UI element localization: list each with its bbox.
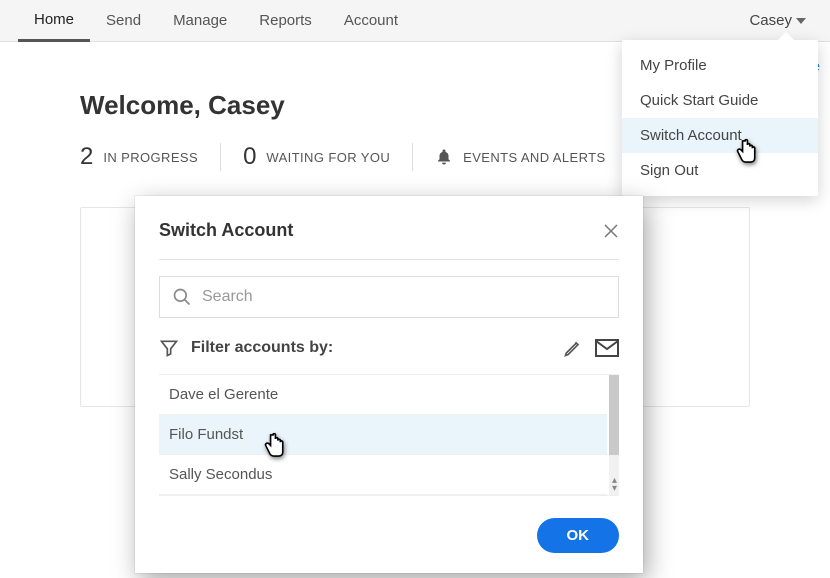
pencil-icon[interactable] (563, 338, 583, 358)
account-row[interactable]: Dave el Gerente (159, 375, 607, 415)
stat-value: 2 (80, 143, 93, 171)
dropdown-item-sign-out[interactable]: Sign Out (622, 153, 818, 188)
stat-label: WAITING FOR YOU (266, 150, 390, 165)
nav-account[interactable]: Account (328, 0, 414, 42)
bell-icon (435, 147, 453, 167)
caret-down-icon (796, 18, 806, 24)
nav-send[interactable]: Send (90, 0, 157, 42)
switch-account-modal: Switch Account Filter accounts by: Dave … (135, 196, 643, 573)
user-name: Casey (749, 12, 792, 29)
stat-events[interactable]: EVENTS AND ALERTS (413, 147, 627, 167)
user-dropdown: My ProfileQuick Start GuideSwitch Accoun… (622, 40, 818, 196)
stat-label: EVENTS AND ALERTS (463, 150, 605, 165)
stat-waiting[interactable]: 0 WAITING FOR YOU (221, 143, 412, 171)
envelope-icon[interactable] (595, 339, 619, 357)
dropdown-item-my-profile[interactable]: My Profile (622, 48, 818, 83)
search-box[interactable] (159, 276, 619, 318)
modal-title: Switch Account (159, 220, 293, 241)
nav-home[interactable]: Home (18, 0, 90, 42)
stat-in-progress[interactable]: 2 IN PROGRESS (80, 143, 220, 171)
stat-value: 0 (243, 143, 256, 171)
filter-label: Filter accounts by: (191, 339, 333, 357)
account-row[interactable]: Filo Fundst (159, 415, 607, 455)
user-menu-trigger[interactable]: Casey (749, 12, 812, 29)
top-nav: HomeSendManageReportsAccount Casey (0, 0, 830, 42)
scrollbar[interactable]: ▴▾ (609, 375, 619, 495)
nav-manage[interactable]: Manage (157, 0, 243, 42)
search-input[interactable] (202, 288, 606, 306)
account-row[interactable]: Sally Secondus (159, 455, 607, 495)
scrollbar-thumb[interactable] (609, 375, 619, 455)
dropdown-item-switch-account[interactable]: Switch Account (622, 118, 818, 153)
scroll-caret-icon[interactable]: ▴▾ (612, 477, 617, 493)
account-list: Dave el GerenteFilo FundstSally Secondus… (159, 374, 619, 496)
nav-reports[interactable]: Reports (243, 0, 328, 42)
ok-button[interactable]: OK (537, 518, 620, 553)
search-icon (172, 287, 192, 307)
dropdown-item-quick-start-guide[interactable]: Quick Start Guide (622, 83, 818, 118)
filter-icon[interactable] (159, 338, 179, 358)
close-icon[interactable] (603, 223, 619, 239)
stat-label: IN PROGRESS (103, 150, 198, 165)
